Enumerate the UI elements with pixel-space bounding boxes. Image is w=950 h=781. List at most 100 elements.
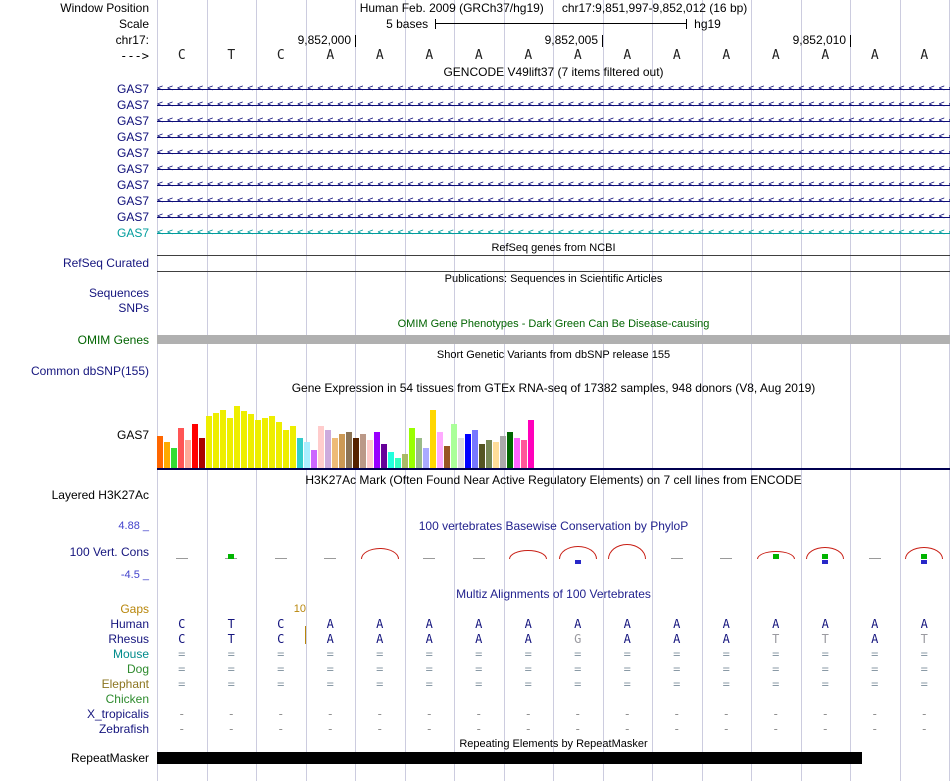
- alignment-row[interactable]: CTCAAAAAGAAATTAT: [157, 632, 950, 647]
- sequences-track[interactable]: [157, 286, 950, 301]
- gtex-expression-bar[interactable]: [241, 411, 247, 468]
- gtex-expression-bar[interactable]: [479, 444, 485, 468]
- gtex-expression-bar[interactable]: [318, 426, 324, 468]
- gtex-expression-bar[interactable]: [297, 438, 303, 468]
- gtex-bar-chart[interactable]: [157, 397, 950, 472]
- gtex-expression-bar[interactable]: [283, 430, 289, 468]
- refseq-curated-track[interactable]: [157, 255, 950, 271]
- gtex-expression-bar[interactable]: [493, 442, 499, 468]
- gtex-expression-bar[interactable]: [346, 432, 352, 468]
- gtex-expression-bar[interactable]: [339, 434, 345, 468]
- snps-label[interactable]: SNPs: [0, 301, 157, 316]
- gtex-expression-bar[interactable]: [185, 440, 191, 468]
- alignment-row[interactable]: CTCAAAAAAAAAAAAA: [157, 617, 950, 632]
- gtex-expression-bar[interactable]: [178, 428, 184, 468]
- gene-intron-arrows[interactable]: <<<<<<<<<<<<<<<<<<<<<<<<<<<<<<<<<<<<<<<<…: [157, 113, 950, 129]
- gtex-expression-bar[interactable]: [353, 438, 359, 468]
- gtex-expression-bar[interactable]: [227, 418, 233, 468]
- gene-label[interactable]: GAS7: [0, 129, 157, 145]
- dbsnp-track[interactable]: [157, 363, 950, 379]
- gene-label[interactable]: GAS7: [0, 193, 157, 209]
- gtex-expression-bar[interactable]: [514, 438, 520, 468]
- gtex-expression-bar[interactable]: [374, 432, 380, 468]
- gtex-expression-bar[interactable]: [521, 440, 527, 468]
- gtex-expression-bar[interactable]: [304, 442, 310, 468]
- repeatmasker-label[interactable]: RepeatMasker: [0, 751, 157, 765]
- gtex-gene-label[interactable]: GAS7: [0, 397, 157, 472]
- gtex-expression-bar[interactable]: [262, 418, 268, 468]
- gtex-expression-bar[interactable]: [192, 424, 198, 468]
- gene-intron-arrows[interactable]: <<<<<<<<<<<<<<<<<<<<<<<<<<<<<<<<<<<<<<<<…: [157, 81, 950, 97]
- gtex-expression-bar[interactable]: [472, 430, 478, 468]
- gtex-expression-bar[interactable]: [451, 424, 457, 468]
- gtex-expression-bar[interactable]: [171, 448, 177, 468]
- gtex-expression-bar[interactable]: [465, 434, 471, 468]
- gtex-expression-bar[interactable]: [381, 444, 387, 468]
- gtex-expression-bar[interactable]: [360, 434, 366, 468]
- omim-genes-label[interactable]: OMIM Genes: [0, 333, 157, 347]
- gtex-expression-bar[interactable]: [199, 438, 205, 468]
- repeat-element-bar[interactable]: [157, 752, 862, 764]
- gtex-expression-bar[interactable]: [367, 440, 373, 468]
- dbsnp-label[interactable]: Common dbSNP(155): [0, 363, 157, 379]
- gtex-expression-bar[interactable]: [269, 416, 275, 468]
- gtex-expression-bar[interactable]: [402, 454, 408, 468]
- alignment-row[interactable]: ================: [157, 677, 950, 692]
- gtex-expression-bar[interactable]: [528, 420, 534, 468]
- species-label[interactable]: Chicken: [0, 692, 157, 707]
- gene-intron-arrows[interactable]: <<<<<<<<<<<<<<<<<<<<<<<<<<<<<<<<<<<<<<<<…: [157, 225, 950, 241]
- gtex-expression-bar[interactable]: [332, 438, 338, 468]
- species-label[interactable]: Rhesus: [0, 632, 157, 647]
- gtex-expression-bar[interactable]: [157, 436, 163, 468]
- gtex-expression-bar[interactable]: [220, 410, 226, 468]
- gene-intron-arrows[interactable]: <<<<<<<<<<<<<<<<<<<<<<<<<<<<<<<<<<<<<<<<…: [157, 129, 950, 145]
- conservation-label[interactable]: 100 Vert. Cons: [70, 545, 149, 559]
- species-label[interactable]: X_tropicalis: [0, 707, 157, 722]
- gtex-expression-bar[interactable]: [164, 442, 170, 468]
- omim-gene-bar[interactable]: [157, 335, 950, 344]
- gtex-expression-bar[interactable]: [444, 446, 450, 468]
- species-label[interactable]: Zebrafish: [0, 722, 157, 737]
- gene-label[interactable]: GAS7: [0, 81, 157, 97]
- species-label[interactable]: Dog: [0, 662, 157, 677]
- gtex-expression-bar[interactable]: [276, 422, 282, 468]
- alignment-row[interactable]: ----------------: [157, 707, 950, 722]
- gene-label[interactable]: GAS7: [0, 161, 157, 177]
- gtex-expression-bar[interactable]: [234, 406, 240, 468]
- species-label[interactable]: Elephant: [0, 677, 157, 692]
- gtex-expression-bar[interactable]: [458, 438, 464, 468]
- gene-intron-arrows[interactable]: <<<<<<<<<<<<<<<<<<<<<<<<<<<<<<<<<<<<<<<<…: [157, 177, 950, 193]
- gtex-expression-bar[interactable]: [423, 448, 429, 468]
- snps-track[interactable]: [157, 301, 950, 316]
- gene-intron-arrows[interactable]: <<<<<<<<<<<<<<<<<<<<<<<<<<<<<<<<<<<<<<<<…: [157, 97, 950, 113]
- gene-label[interactable]: GAS7: [0, 113, 157, 129]
- gtex-expression-bar[interactable]: [311, 450, 317, 468]
- gtex-expression-bar[interactable]: [507, 432, 513, 468]
- gene-label[interactable]: GAS7: [0, 209, 157, 225]
- gene-intron-arrows[interactable]: <<<<<<<<<<<<<<<<<<<<<<<<<<<<<<<<<<<<<<<<…: [157, 193, 950, 209]
- multiz-gaps-label[interactable]: Gaps: [0, 602, 157, 617]
- h3k27ac-track[interactable]: [157, 488, 950, 518]
- gene-intron-arrows[interactable]: <<<<<<<<<<<<<<<<<<<<<<<<<<<<<<<<<<<<<<<<…: [157, 145, 950, 161]
- h3k27ac-label[interactable]: Layered H3K27Ac: [0, 488, 157, 518]
- gene-label[interactable]: GAS7: [0, 225, 157, 241]
- refseq-curated-label[interactable]: RefSeq Curated: [0, 255, 157, 271]
- gene-label[interactable]: GAS7: [0, 145, 157, 161]
- gtex-expression-bar[interactable]: [500, 436, 506, 468]
- sequences-label[interactable]: Sequences: [0, 286, 157, 301]
- gene-intron-arrows[interactable]: <<<<<<<<<<<<<<<<<<<<<<<<<<<<<<<<<<<<<<<<…: [157, 161, 950, 177]
- gtex-expression-bar[interactable]: [248, 414, 254, 468]
- gene-label[interactable]: GAS7: [0, 177, 157, 193]
- alignment-row[interactable]: ----------------: [157, 722, 950, 737]
- gtex-expression-bar[interactable]: [290, 426, 296, 468]
- gtex-expression-bar[interactable]: [486, 440, 492, 468]
- alignment-row[interactable]: ================: [157, 647, 950, 662]
- gtex-expression-bar[interactable]: [206, 416, 212, 468]
- conservation-plot[interactable]: [157, 534, 950, 578]
- species-label[interactable]: Mouse: [0, 647, 157, 662]
- gtex-expression-bar[interactable]: [437, 432, 443, 468]
- gtex-expression-bar[interactable]: [255, 420, 261, 468]
- gtex-expression-bar[interactable]: [325, 430, 331, 468]
- gene-label[interactable]: GAS7: [0, 97, 157, 113]
- gtex-expression-bar[interactable]: [213, 413, 219, 468]
